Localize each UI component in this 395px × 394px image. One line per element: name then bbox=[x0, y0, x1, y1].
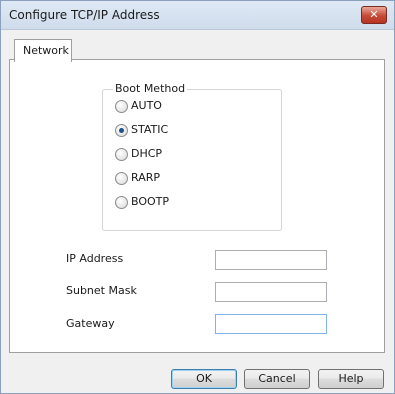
boot-method-label: Boot Method bbox=[113, 82, 188, 95]
ip-address-input[interactable] bbox=[215, 250, 327, 270]
dialog-window: Configure TCP/IP Address ✕ Network Boot … bbox=[0, 0, 395, 394]
radio-label: STATIC bbox=[131, 123, 169, 136]
cancel-button[interactable]: Cancel bbox=[244, 369, 310, 389]
radio-label: AUTO bbox=[131, 99, 162, 112]
radio-label: DHCP bbox=[131, 147, 163, 160]
boot-method-group: Boot Method AUTO STATIC DHCP RARP BOOTP bbox=[102, 82, 282, 231]
radio-circle-icon bbox=[115, 196, 128, 209]
ok-button[interactable]: OK bbox=[171, 369, 237, 389]
radio-circle-icon bbox=[115, 172, 128, 185]
gateway-label: Gateway bbox=[66, 317, 115, 330]
radio-circle-icon bbox=[115, 100, 128, 113]
tab-label: Network bbox=[23, 44, 69, 57]
subnet-mask-input[interactable] bbox=[215, 282, 327, 302]
radio-label: BOOTP bbox=[131, 195, 170, 208]
radio-circle-icon bbox=[115, 148, 128, 161]
ip-address-label: IP Address bbox=[66, 252, 124, 265]
gateway-input[interactable] bbox=[215, 314, 327, 334]
help-button[interactable]: Help bbox=[318, 369, 384, 389]
close-button[interactable]: ✕ bbox=[361, 6, 387, 24]
title-bar: Configure TCP/IP Address ✕ bbox=[1, 1, 394, 30]
close-icon: ✕ bbox=[369, 8, 379, 21]
network-tab-panel: Boot Method AUTO STATIC DHCP RARP BOOTP bbox=[9, 59, 385, 353]
radio-selected-icon bbox=[115, 124, 128, 137]
tab-network[interactable]: Network bbox=[14, 39, 72, 62]
subnet-mask-label: Subnet Mask bbox=[66, 284, 137, 297]
radio-label: RARP bbox=[131, 171, 160, 184]
window-title: Configure TCP/IP Address bbox=[9, 8, 160, 22]
